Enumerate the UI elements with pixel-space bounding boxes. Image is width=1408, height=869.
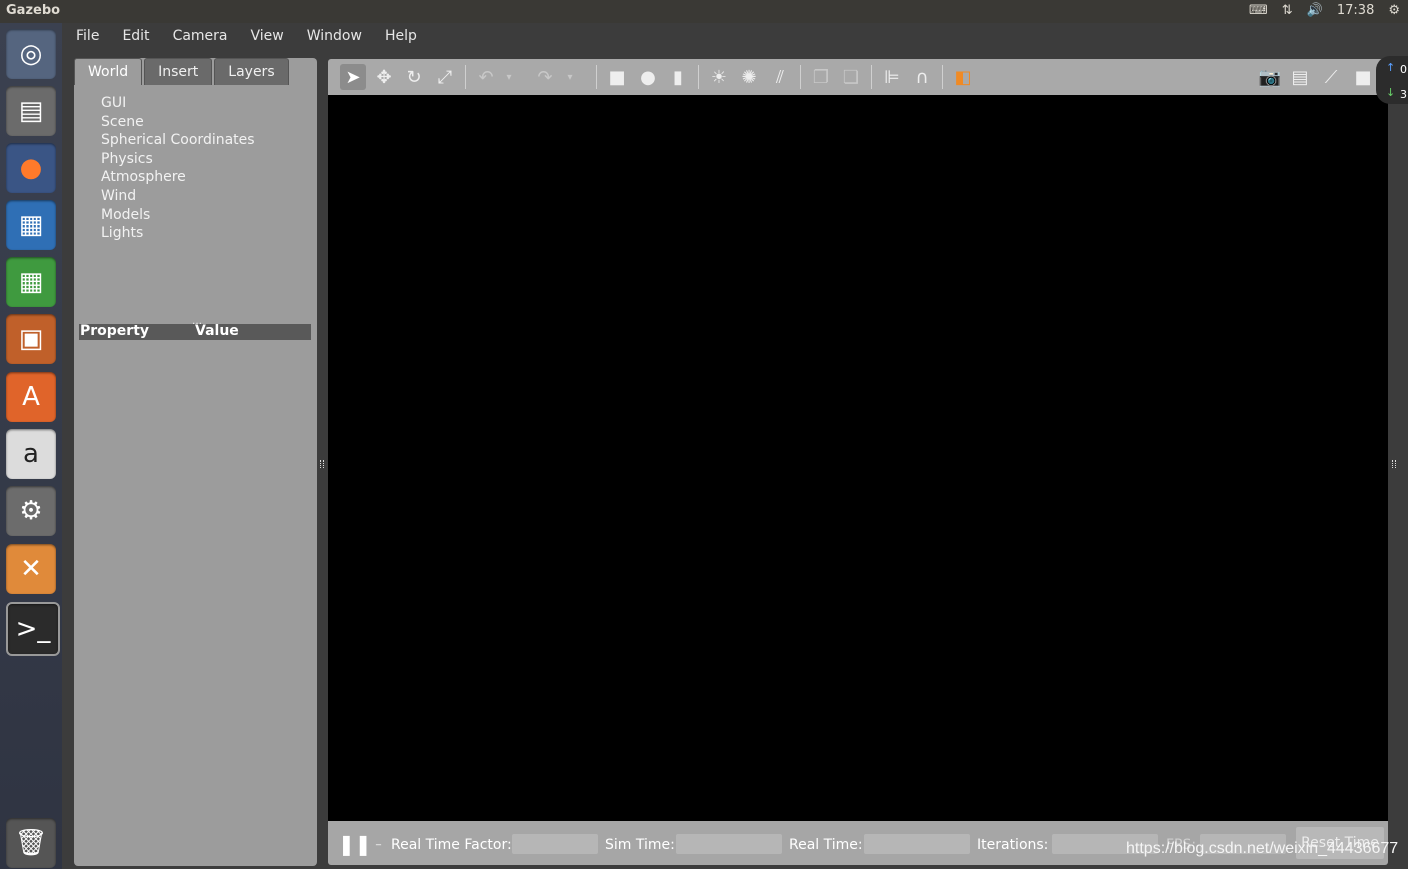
left-panel: World Insert Layers GUI Scene Spherical … (74, 58, 317, 866)
tab-layers[interactable]: Layers (214, 58, 289, 85)
keyboard-icon[interactable]: ⌨ (1249, 3, 1268, 18)
settings-gear-icon[interactable]: ⚙ (1388, 3, 1400, 18)
upload-value: 0 (1400, 63, 1407, 76)
right-splitter-handle[interactable] (1392, 460, 1396, 468)
window-title: Gazebo (6, 3, 61, 18)
tree-item-spherical-coordinates[interactable]: Spherical Coordinates (101, 131, 255, 150)
download-value: 3 (1400, 88, 1407, 101)
tab-world[interactable]: World (74, 58, 143, 85)
menu-view[interactable]: View (237, 23, 293, 51)
ubuntu-dash-icon[interactable]: ◎ (6, 29, 56, 79)
firefox-icon[interactable]: ● (6, 143, 56, 193)
menu-edit[interactable]: Edit (108, 23, 158, 51)
tree-item-scene[interactable]: Scene (101, 113, 255, 132)
tree-item-physics[interactable]: Physics (101, 150, 255, 169)
screenshot-icon[interactable]: 📷 (1257, 64, 1283, 90)
menu-help[interactable]: Help (371, 23, 426, 51)
tree-item-gui[interactable]: GUI (101, 94, 255, 113)
video-record-icon[interactable]: ■ (1350, 64, 1376, 90)
real-time-field (864, 834, 970, 854)
amazon-icon[interactable]: a (6, 429, 56, 479)
panel-tabs: World Insert Layers (74, 58, 291, 86)
box-icon[interactable]: ■ (604, 64, 630, 90)
undo-dropdown-icon[interactable]: ▾ (503, 64, 515, 90)
calc-icon[interactable]: ▦ (6, 257, 56, 307)
copy-icon[interactable]: ❐ (808, 64, 834, 90)
pause-icon[interactable]: ❚❚ (338, 832, 372, 856)
clock[interactable]: 17:38 (1337, 3, 1374, 18)
gazebo-window: File Edit Camera View Window Help World … (62, 23, 1408, 869)
align-icon[interactable]: ⊫ (879, 64, 905, 90)
spot-light-icon[interactable]: ✺ (736, 64, 762, 90)
menu-file[interactable]: File (62, 23, 108, 51)
toolbar-separator (698, 65, 699, 89)
undo-icon[interactable]: ↶ (473, 64, 499, 90)
paste-icon[interactable]: ❏ (838, 64, 864, 90)
rotate-icon[interactable]: ↻ (401, 64, 427, 90)
system-top-bar: Gazebo ⌨ ⇅ 🔊 17:38 ⚙ (0, 0, 1408, 23)
property-table-header: Property Value (79, 323, 311, 340)
trash-icon[interactable]: 🗑 (6, 818, 56, 868)
point-light-icon[interactable]: ☀ (706, 64, 732, 90)
network-icon[interactable]: ⇅ (1282, 3, 1293, 18)
tree-item-wind[interactable]: Wind (101, 187, 255, 206)
value-column-header[interactable]: Value (195, 323, 239, 339)
watermark-text: https://blog.csdn.net/weixin_44436677 (1126, 840, 1399, 857)
toolbar-separator (596, 65, 597, 89)
world-tree: GUI Scene Spherical Coordinates Physics … (101, 94, 255, 243)
files-icon[interactable]: ▤ (6, 86, 56, 136)
redo-icon[interactable]: ↷ (532, 64, 558, 90)
menu-camera[interactable]: Camera (159, 23, 237, 51)
terminal-icon[interactable]: >_ (6, 602, 60, 656)
3d-viewport[interactable] (328, 95, 1388, 821)
system-tray: ⌨ ⇅ 🔊 17:38 ⚙ (1249, 3, 1400, 18)
toolbar-separator (942, 65, 943, 89)
iterations-label: Iterations: (977, 837, 1049, 853)
translate-icon[interactable]: ✥ (371, 64, 397, 90)
property-column-header[interactable]: Property (80, 323, 149, 339)
select-arrow-icon[interactable]: ➤ (340, 64, 366, 90)
step-icon[interactable]: _ (376, 835, 381, 846)
scale-icon[interactable]: ⤢ (432, 64, 458, 90)
menu-bar: File Edit Camera View Window Help (62, 23, 1408, 51)
system-settings-icon[interactable]: ⚙ (6, 486, 56, 536)
tab-insert[interactable]: Insert (144, 58, 213, 85)
menu-window[interactable]: Window (293, 23, 371, 51)
real-time-factor-field (512, 834, 598, 854)
toolbar: ➤ ✥ ↻ ⤢ ↶ ▾ ↷ ▾ ■ ● ▮ ☀ ✺ ⫽ ❐ ❏ ⊫ ∩ ◧ 📷 … (328, 59, 1388, 95)
toolbar-separator (465, 65, 466, 89)
snap-icon[interactable]: ∩ (909, 64, 935, 90)
gazebo-icon[interactable]: ✕ (6, 544, 56, 594)
plot-icon[interactable]: ⟋ (1318, 64, 1344, 90)
cylinder-icon[interactable]: ▮ (665, 64, 691, 90)
sphere-icon[interactable]: ● (635, 64, 661, 90)
sim-time-label: Sim Time: (605, 837, 675, 853)
launcher: ◎ ▤ ● ▦ ▦ ▣ A a ⚙ ✕ >_ 🗑 (0, 23, 62, 869)
directional-light-icon[interactable]: ⫽ (767, 64, 793, 90)
writer-icon[interactable]: ▦ (6, 200, 56, 250)
volume-icon[interactable]: 🔊 (1307, 3, 1323, 18)
view-angle-icon[interactable]: ◧ (950, 64, 976, 90)
left-splitter-handle[interactable] (320, 460, 324, 468)
toolbar-separator (871, 65, 872, 89)
tree-item-models[interactable]: Models (101, 206, 255, 225)
log-icon[interactable]: ▤ (1287, 64, 1313, 90)
network-traffic-indicator: 0 3 ↑ ↓ (1376, 56, 1408, 104)
software-center-icon[interactable]: A (6, 372, 56, 422)
real-time-label: Real Time: (789, 837, 863, 853)
tree-item-atmosphere[interactable]: Atmosphere (101, 168, 255, 187)
download-arrow-icon: ↓ (1386, 86, 1396, 99)
redo-dropdown-icon[interactable]: ▾ (564, 64, 576, 90)
impress-icon[interactable]: ▣ (6, 314, 56, 364)
tree-item-lights[interactable]: Lights (101, 224, 255, 243)
sim-time-field (676, 834, 782, 854)
real-time-factor-label: Real Time Factor: (391, 837, 512, 853)
toolbar-separator (800, 65, 801, 89)
upload-arrow-icon: ↑ (1386, 61, 1396, 74)
